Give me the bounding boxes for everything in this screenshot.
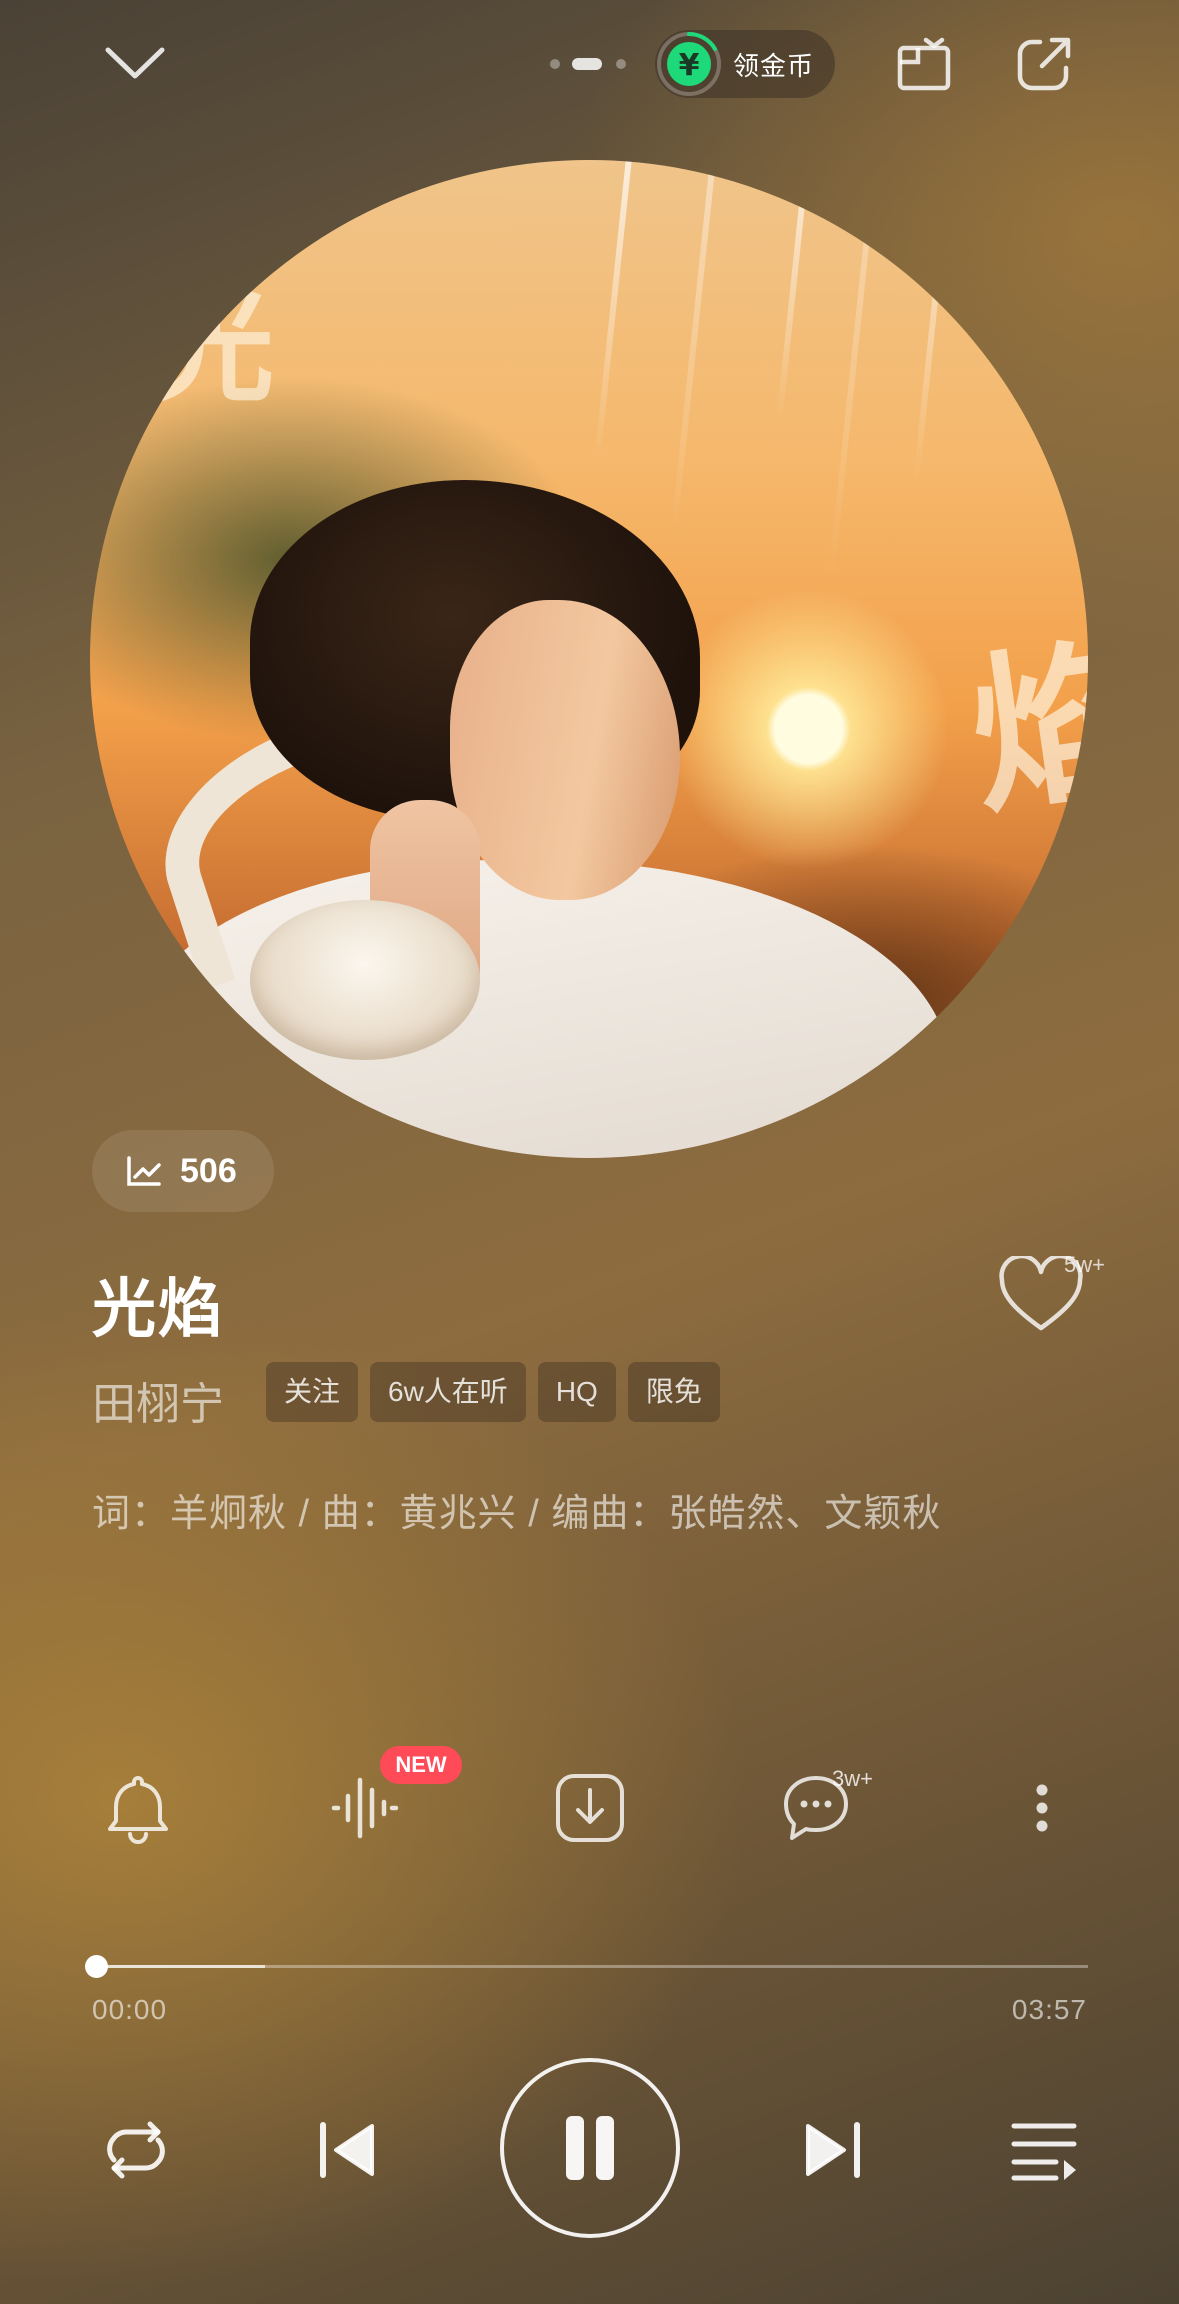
new-badge: NEW — [380, 1746, 462, 1784]
progress-bar[interactable] — [85, 1955, 1088, 1978]
repeat-mode-button[interactable] — [96, 2110, 176, 2190]
download-icon — [556, 1774, 624, 1842]
song-credits: 词：羊炯秋 / 曲：黄兆兴 / 编曲：张皓然、文颖秋 — [92, 1493, 942, 1535]
comment-count: 3w+ — [832, 1766, 873, 1791]
free-limited-tag[interactable]: 限免 — [627, 1362, 720, 1422]
quality-tag[interactable]: HQ — [537, 1362, 616, 1422]
trend-badge[interactable]: 506 — [92, 1130, 274, 1212]
song-tags: 关注 6w人在听 HQ 限免 — [266, 1362, 720, 1422]
previous-button[interactable] — [308, 2110, 388, 2190]
album-title-glyph: 焰 — [958, 616, 1088, 839]
next-icon — [806, 2122, 860, 2178]
artist-name[interactable]: 田栩宁 — [92, 1368, 224, 1432]
playlist-icon — [1011, 2123, 1077, 2181]
like-count: 5w+ — [1064, 1252, 1105, 1277]
elapsed-time: 00:00 — [92, 1994, 168, 2025]
album-cover[interactable]: 光 焰 — [90, 160, 1088, 1158]
previous-icon — [320, 2122, 374, 2178]
coin-symbol: ¥ — [679, 48, 700, 83]
more-button[interactable] — [1004, 1770, 1080, 1846]
song-title: 光焰 — [92, 1273, 224, 1345]
trend-value: 506 — [180, 1151, 237, 1190]
play-pause-button[interactable] — [500, 2058, 680, 2238]
trend-chart-icon — [127, 1156, 161, 1186]
playlist-button[interactable] — [1004, 2110, 1084, 2190]
cast-button[interactable] — [892, 32, 956, 96]
share-button[interactable] — [1012, 32, 1076, 96]
buffered-track — [96, 1965, 265, 1968]
album-title-glyph: 光 — [154, 277, 274, 418]
share-icon — [1017, 37, 1071, 91]
page-indicator — [548, 58, 628, 70]
repeat-icon — [107, 2121, 165, 2179]
follow-tag[interactable]: 关注 — [266, 1362, 359, 1422]
total-duration: 03:57 — [1011, 1994, 1087, 2025]
progress-thumb[interactable] — [85, 1955, 108, 1978]
coin-label: 领金币 — [733, 50, 815, 81]
download-button[interactable] — [552, 1770, 628, 1846]
bell-icon — [108, 1776, 168, 1844]
ringtone-button[interactable] — [100, 1770, 176, 1846]
listeners-tag[interactable]: 6w人在听 — [370, 1362, 526, 1422]
coin-icon: ¥ — [655, 30, 723, 98]
chevron-down-icon — [105, 47, 165, 79]
coin-reward-button[interactable]: ¥ 领金币 — [655, 30, 835, 98]
next-button[interactable] — [792, 2110, 872, 2190]
pause-icon — [566, 2116, 614, 2180]
collapse-button[interactable] — [100, 36, 170, 92]
tv-cast-icon — [897, 37, 951, 91]
more-vertical-icon — [1036, 1784, 1048, 1832]
